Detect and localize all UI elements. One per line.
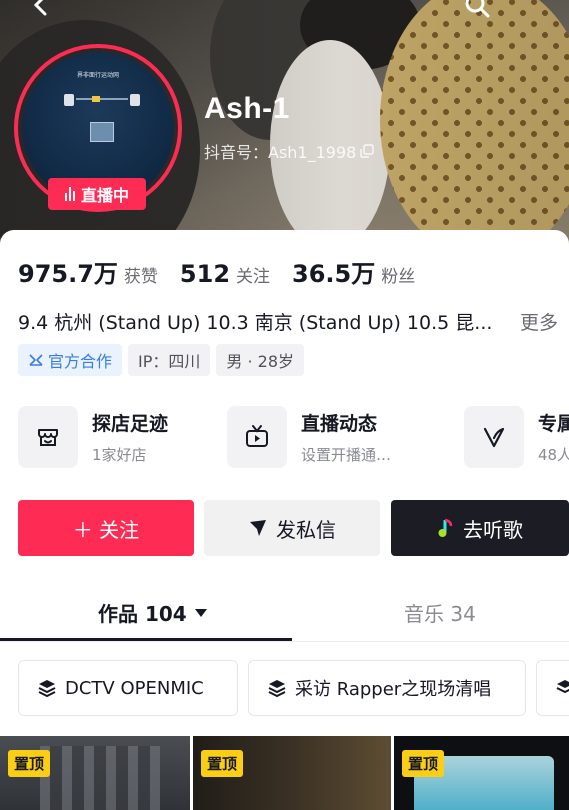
gender-age-tag: 男 · 28岁 (216, 344, 305, 376)
tab-works-label: 作品 104 (98, 602, 187, 626)
tab-music[interactable]: 音乐 34 (404, 598, 476, 627)
stat-likes[interactable]: 975.7万 获赞 (18, 254, 158, 289)
stat-label: 关注 (236, 267, 271, 287)
music-button-label: 去听歌 (463, 517, 523, 542)
feature-title: 直播动态 (301, 413, 378, 435)
back-arrow-icon[interactable] (30, 0, 52, 16)
stat-following[interactable]: 512 关注 (180, 260, 270, 288)
v-icon (464, 406, 524, 468)
active-tab-indicator (0, 638, 292, 641)
layers-icon (268, 680, 286, 698)
feature-exclusive[interactable]: 专属 48人 (464, 406, 569, 468)
profile-tags: 官方合作 IP：四川 男 · 28岁 (18, 344, 305, 376)
feature-subtitle: 设置开播通… (301, 446, 392, 464)
feature-title: 专属 (538, 413, 569, 435)
listen-music-button[interactable]: 去听歌 (391, 500, 569, 556)
avatar-shape (130, 94, 140, 106)
bio-text: 9.4 杭州 (Stand Up) 10.3 南京 (Stand Up) 10.… (18, 312, 493, 334)
message-button[interactable]: 发私信 (204, 500, 380, 556)
collection-chip[interactable]: 采访 Rapper之现场清唱 (248, 660, 526, 716)
profile-actions: ＋ 关注 发私信 去听歌 (18, 500, 569, 556)
official-tag-label: 官方合作 (48, 352, 113, 371)
collections-row: DCTV OPENMIC 采访 Rapper之现场清唱 (18, 660, 569, 716)
profile-card: 975.7万 获赞 512 关注 36.5万 粉丝 9.4 杭州 (Stand … (0, 230, 569, 810)
handshake-icon (29, 354, 43, 366)
stat-label: 获赞 (123, 267, 158, 287)
official-partner-tag[interactable]: 官方合作 (18, 344, 123, 376)
douyin-id-text: 抖音号：Ash1_1998 (204, 143, 357, 162)
douyin-id[interactable]: 抖音号：Ash1_1998 (204, 139, 375, 163)
feature-title: 探店足迹 (92, 413, 169, 435)
feature-live-updates[interactable]: 直播动态 设置开播通… (227, 406, 391, 468)
stat-followers[interactable]: 36.5万 粉丝 (292, 254, 415, 289)
avatar-shape (64, 94, 74, 106)
video-thumbnail[interactable]: 置顶 (0, 736, 190, 810)
collection-chip[interactable]: DCTV OPENMIC (18, 660, 238, 716)
profile-stats: 975.7万 获赞 512 关注 36.5万 粉丝 (18, 254, 437, 289)
layers-icon (556, 680, 569, 694)
stat-label: 粉丝 (381, 267, 416, 287)
stat-value: 36.5万 (292, 260, 376, 288)
feature-shortcuts: 探店足迹 1家好店 直播动态 设置开播通… 专属 48人 (18, 406, 569, 470)
pinned-badge: 置顶 (201, 750, 244, 777)
feature-subtitle: 1家好店 (92, 446, 147, 464)
bio-more-link[interactable]: 更多 (520, 308, 558, 335)
search-icon[interactable] (464, 0, 490, 18)
collection-chip[interactable] (536, 660, 569, 716)
bio: 9.4 杭州 (Stand Up) 10.3 南京 (Stand Up) 10.… (18, 308, 558, 335)
collection-label: 采访 Rapper之现场清唱 (295, 679, 492, 700)
shop-icon (18, 406, 78, 468)
content-tabs: 作品 104 音乐 34 (0, 590, 569, 642)
collection-label: DCTV OPENMIC (65, 677, 204, 699)
live-badge[interactable]: 直播中 (48, 178, 146, 210)
avatar-caption: 界非面行运动网 (76, 72, 119, 79)
video-grid: 置顶 置顶 置顶 (0, 736, 569, 810)
follow-button[interactable]: ＋ 关注 (18, 500, 194, 556)
pinned-badge: 置顶 (402, 750, 445, 777)
pinned-badge: 置顶 (8, 750, 51, 777)
username: Ash-1 (204, 92, 290, 125)
avatar-shape (76, 98, 128, 100)
tv-icon (227, 406, 287, 468)
stat-value: 512 (179, 260, 231, 288)
message-button-label: 发私信 (276, 517, 336, 542)
stat-value: 975.7万 (18, 260, 118, 288)
feature-shop-visits[interactable]: 探店足迹 1家好店 (18, 406, 168, 468)
caret-down-icon (194, 608, 207, 617)
live-bars-icon (64, 187, 75, 201)
send-icon (250, 520, 266, 536)
video-thumbnail[interactable]: 置顶 (193, 736, 391, 810)
feature-subtitle: 48人 (538, 446, 569, 464)
music-note-icon (438, 518, 453, 537)
live-badge-label: 直播中 (80, 186, 129, 205)
layers-icon (38, 680, 56, 698)
profile-banner: 界非面行运动网 直播中 Ash-1 抖音号：Ash1_1998 (0, 0, 569, 250)
video-thumbnail[interactable]: 置顶 (394, 736, 569, 810)
tab-works[interactable]: 作品 104 (98, 598, 207, 627)
ip-location-tag: IP：四川 (128, 344, 211, 376)
copy-icon[interactable] (360, 144, 375, 158)
avatar-shape (90, 122, 114, 142)
avatar-shape (92, 96, 100, 102)
